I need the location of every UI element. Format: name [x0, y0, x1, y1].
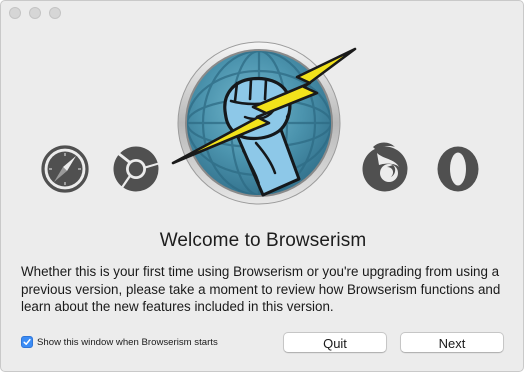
- zoom-window-button[interactable]: [49, 7, 61, 19]
- browserism-logo: [171, 41, 357, 205]
- firefox-icon: [362, 142, 408, 192]
- quit-button[interactable]: Quit: [283, 332, 387, 353]
- close-window-button[interactable]: [9, 7, 21, 19]
- welcome-description: Whether this is your first time using Br…: [21, 264, 501, 314]
- show-on-startup-option[interactable]: Show this window when Browserism starts: [21, 335, 218, 349]
- welcome-window: Welcome to Browserism Whether this is yo…: [0, 0, 524, 372]
- safari-icon: [41, 145, 89, 193]
- checkmark-icon: [23, 338, 31, 345]
- title-bar: [1, 1, 523, 23]
- next-button[interactable]: Next: [400, 332, 504, 353]
- chrome-icon: [113, 146, 159, 192]
- show-on-startup-label[interactable]: Show this window when Browserism starts: [37, 337, 218, 348]
- opera-icon: [437, 146, 479, 192]
- show-on-startup-checkbox[interactable]: [21, 336, 33, 348]
- welcome-heading: Welcome to Browserism: [159, 230, 367, 251]
- hero-icons: [1, 31, 523, 221]
- minimize-window-button[interactable]: [29, 7, 41, 19]
